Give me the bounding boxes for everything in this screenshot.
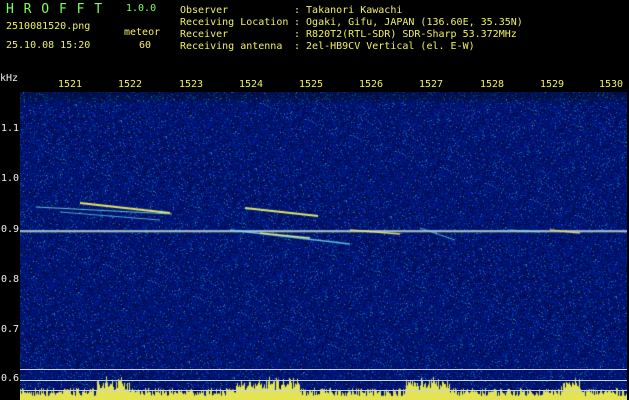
meteor-label: meteor xyxy=(124,27,161,38)
y-tick-label: 0.9 xyxy=(1,224,20,235)
app-version: 1.0.0 xyxy=(126,3,157,14)
antenna-label: Receiving antenna xyxy=(180,41,283,52)
receiver-value: : R820T2(RTL-SDR) SDR-Sharp 53.372MHz xyxy=(294,29,517,40)
x-tick-label: 1530 xyxy=(599,79,624,90)
x-tick-label: 1522 xyxy=(118,79,143,90)
y-tick-label: 1.0 xyxy=(1,173,20,184)
observer-label: Observer xyxy=(180,5,229,16)
spectrogram-display xyxy=(20,92,627,400)
date-time: 25.10.08 15:20 xyxy=(6,40,91,51)
x-tick-label: 1527 xyxy=(419,79,444,90)
app-name: H R O F F T xyxy=(6,2,104,17)
y-tick-label: 1.1 xyxy=(1,123,20,134)
observer-value: : Takanori Kawachi xyxy=(294,5,403,16)
hrofft-window: H R O F F T 1.0.0 2510081520.png 25.10.0… xyxy=(0,0,629,400)
reference-line xyxy=(20,390,627,391)
reference-line xyxy=(20,380,627,381)
reference-line xyxy=(20,369,627,370)
receiver-label: Receiver xyxy=(180,29,229,40)
location-label: Receiving Location xyxy=(180,17,289,28)
x-tick-label: 1521 xyxy=(58,79,83,90)
y-tick-label: 0.7 xyxy=(1,324,20,335)
y-tick-label: 0.6 xyxy=(1,373,20,384)
x-tick-label: 1526 xyxy=(359,79,384,90)
x-tick-label: 1524 xyxy=(239,79,264,90)
antenna-value: : 2el-HB9CV Vertical (el. E-W) xyxy=(294,41,475,52)
x-tick-label: 1523 xyxy=(179,79,204,90)
x-tick-label: 1528 xyxy=(480,79,505,90)
meteor-count: 60 xyxy=(139,40,152,51)
y-unit-label: kHz xyxy=(0,73,19,84)
y-tick-label: 0.8 xyxy=(1,274,20,285)
file-name: 2510081520.png xyxy=(6,21,91,32)
x-tick-label: 1525 xyxy=(299,79,324,90)
location-value: : Ogaki, Gifu, JAPAN (136.60E, 35.35N) xyxy=(294,17,523,28)
x-tick-label: 1529 xyxy=(540,79,565,90)
